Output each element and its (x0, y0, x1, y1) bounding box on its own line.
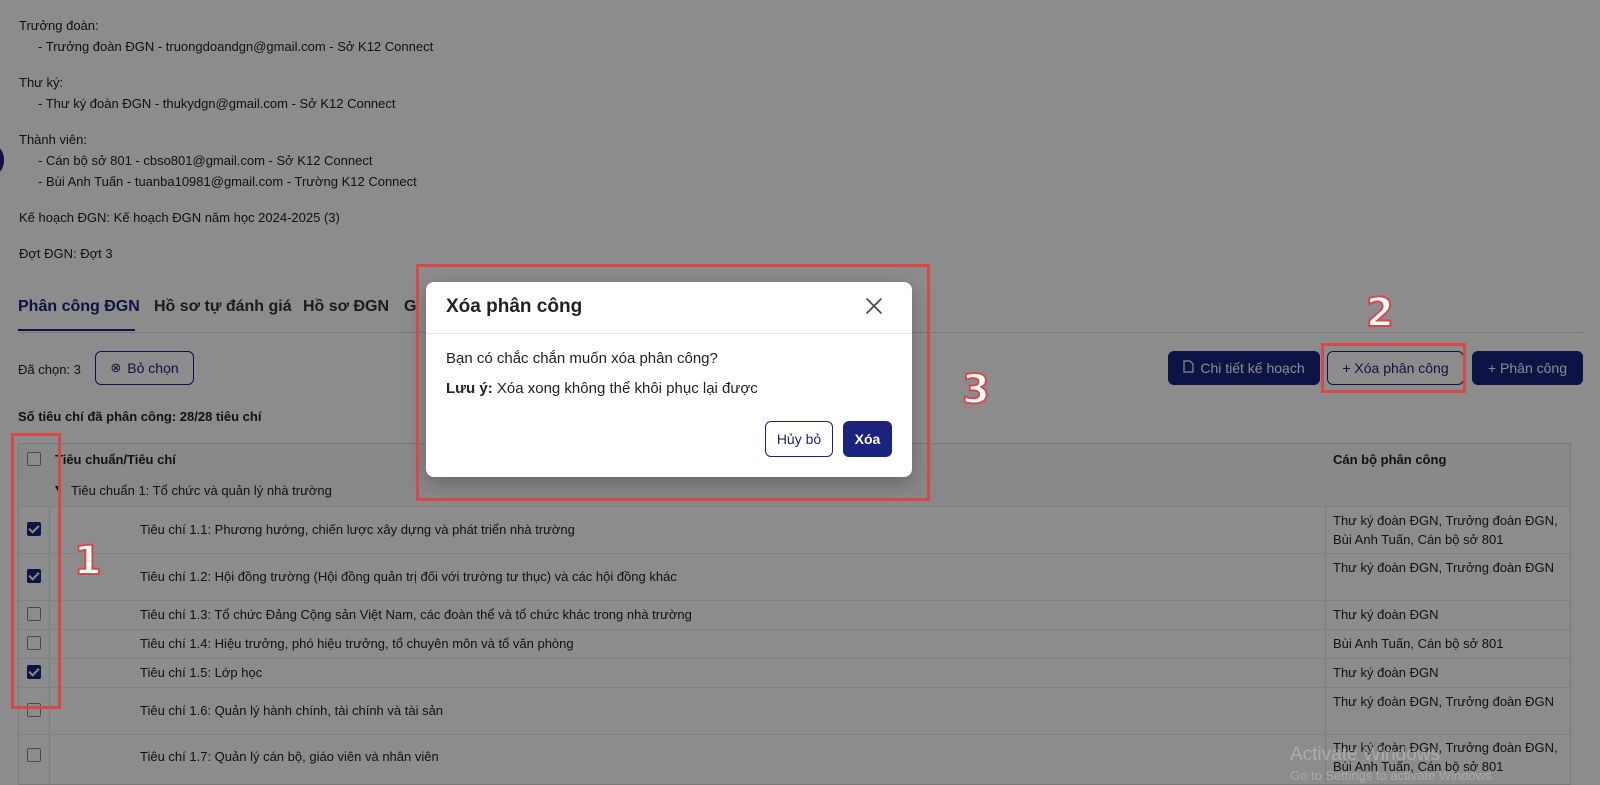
windows-watermark: Activate Windows (1290, 744, 1440, 765)
annotation-box-3 (416, 264, 930, 501)
annotation-label-3: 3 (961, 366, 991, 414)
annotation-label-2: 2 (1365, 289, 1395, 337)
annotation-label-1: 1 (73, 537, 103, 585)
annotation-box-2 (1321, 343, 1466, 393)
annotation-box-1 (11, 433, 61, 709)
windows-watermark-sub: Go to Settings to activate Windows. (1290, 768, 1496, 783)
